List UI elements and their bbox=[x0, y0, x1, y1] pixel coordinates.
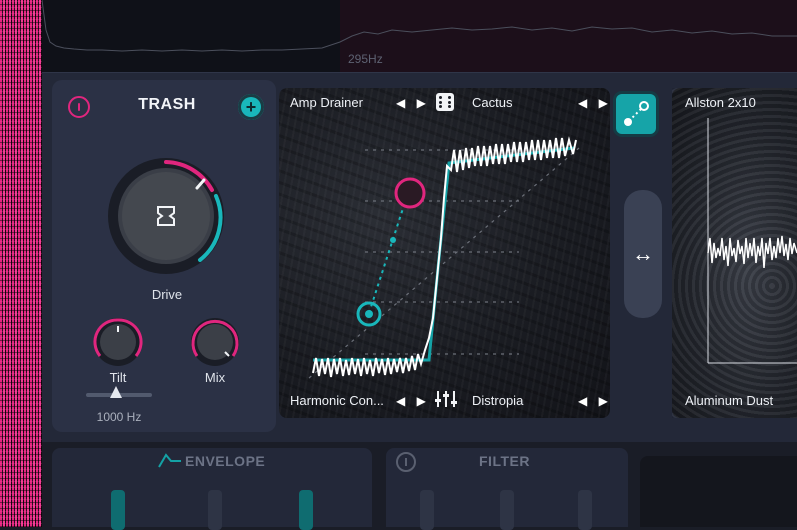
swap-icon[interactable]: ↔ bbox=[624, 190, 662, 318]
drive-knob[interactable] bbox=[104, 154, 228, 278]
top-left-arrows-icon[interactable]: ◀ ▶ bbox=[396, 96, 430, 110]
filter-power-icon[interactable] bbox=[396, 452, 416, 472]
spectrum-analyzer[interactable] bbox=[42, 0, 797, 72]
curve-handle-high[interactable] bbox=[394, 177, 426, 209]
envelope-fader-3[interactable] bbox=[299, 490, 313, 530]
shaper-preset-bottom-left[interactable]: Harmonic Con... bbox=[290, 393, 384, 408]
link-icon[interactable] bbox=[616, 94, 656, 134]
spectrum-curve bbox=[42, 0, 797, 52]
impulse-response-plot bbox=[707, 118, 797, 364]
filter-fader-3[interactable] bbox=[578, 490, 592, 530]
shaper-preset-top-left[interactable]: Amp Drainer bbox=[290, 95, 363, 110]
bottom-left-arrows-icon[interactable]: ◀ ▶ bbox=[396, 394, 430, 408]
waveshaper-curve bbox=[308, 136, 580, 379]
filter-fader-2[interactable] bbox=[500, 490, 514, 530]
background-texture-strip bbox=[0, 0, 42, 527]
mix-label: Mix bbox=[204, 370, 226, 385]
envelope-fader-1[interactable] bbox=[111, 490, 125, 530]
filter-label: FILTER bbox=[479, 453, 530, 469]
dice-icon[interactable] bbox=[436, 93, 454, 111]
tilt-frequency-value: 1000 Hz bbox=[96, 410, 142, 424]
cabinet-preset-top[interactable]: Allston 2x10 bbox=[685, 95, 756, 110]
filter-fader-1[interactable] bbox=[420, 490, 434, 530]
spectrum-frequency-label: 295Hz bbox=[348, 52, 383, 66]
drive-label: Drive bbox=[151, 287, 183, 302]
tilt-slider-thumb[interactable] bbox=[110, 386, 122, 398]
mix-knob[interactable] bbox=[189, 316, 241, 368]
tilt-knob[interactable] bbox=[92, 316, 144, 368]
shaper-preset-top-right[interactable]: Cactus bbox=[472, 95, 512, 110]
add-icon[interactable]: + bbox=[238, 94, 264, 120]
shaper-preset-bottom-right[interactable]: Distropia bbox=[472, 393, 523, 408]
output-panel bbox=[640, 456, 797, 527]
envelope-label: ENVELOPE bbox=[185, 453, 266, 469]
mixer-icon[interactable] bbox=[434, 390, 458, 408]
top-right-arrows-icon[interactable]: ◀ ▶ bbox=[578, 96, 612, 110]
envelope-icon bbox=[158, 453, 181, 468]
cabinet-preset-bottom[interactable]: Aluminum Dust bbox=[685, 393, 773, 408]
bottom-right-arrows-icon[interactable]: ◀ ▶ bbox=[578, 394, 612, 408]
envelope-fader-2[interactable] bbox=[208, 490, 222, 530]
tilt-label: Tilt bbox=[109, 370, 127, 385]
